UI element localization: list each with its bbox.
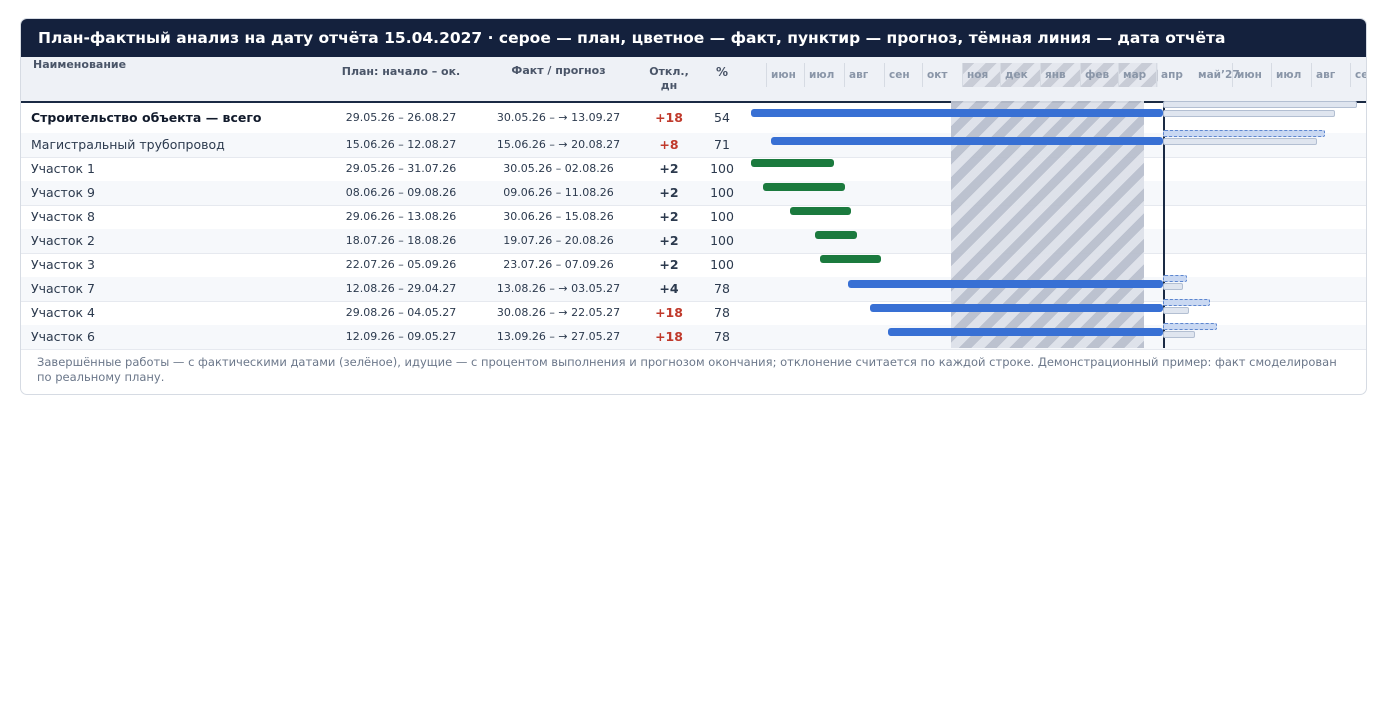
row-plan-dates: 29.06.26 – 13.08.26: [345, 210, 457, 223]
plan-fact-card: План-фактный анализ на дату отчёта 15.04…: [20, 18, 1367, 395]
row-percent: 78: [714, 329, 730, 344]
fact-bar-done: [815, 231, 857, 239]
row-percent: 100: [710, 185, 734, 200]
row-fact-dates: 13.08.26 – → 03.05.27: [496, 282, 621, 295]
month-label: авг: [1311, 63, 1351, 87]
col-pct-header: %: [715, 65, 729, 79]
month-label: сен: [884, 63, 924, 87]
row-deviation: +2: [659, 209, 679, 224]
fact-bar-running: [848, 280, 1163, 288]
row-fact-dates: 30.05.26 – 02.08.26: [503, 162, 614, 175]
col-dev-header: Откл., дн: [649, 65, 689, 92]
row-deviation: +2: [659, 233, 679, 248]
plan-bar: [1163, 307, 1189, 314]
month-label: июл: [1271, 63, 1311, 87]
month-label: авг: [844, 63, 884, 87]
fact-bar-done: [820, 255, 881, 263]
row-fact-dates: 30.05.26 – → 13.09.27: [496, 111, 621, 124]
month-label: июн: [766, 63, 806, 87]
row-deviation: +8: [659, 137, 679, 152]
row-deviation: +2: [659, 185, 679, 200]
month-label: окт: [922, 63, 962, 87]
plan-bar: [1163, 110, 1335, 117]
month-label: янв: [1040, 63, 1080, 87]
fact-bar-running: [751, 109, 1163, 117]
forecast-bar: [1163, 275, 1187, 282]
row-deviation: +18: [655, 305, 683, 320]
month-label: мар: [1118, 63, 1158, 87]
row-deviation: +2: [659, 257, 679, 272]
row-percent: 71: [714, 137, 730, 152]
row-name: Участок 2: [31, 233, 95, 248]
row-percent: 100: [710, 209, 734, 224]
month-label: июн: [1232, 63, 1272, 87]
table-header: Наименование План: начало – ок. Факт / п…: [21, 57, 1366, 103]
row-plan-dates: 18.07.26 – 18.08.26: [345, 234, 457, 247]
forecast-bar: [1163, 323, 1217, 330]
month-label: май’27: [1198, 69, 1240, 81]
row-plan-dates: 22.07.26 – 05.09.26: [345, 258, 457, 271]
month-label: апр: [1156, 63, 1196, 87]
row-name: Участок 4: [31, 305, 95, 320]
row-name: Участок 7: [31, 281, 95, 296]
row-plan-dates: 29.08.26 – 04.05.27: [345, 306, 457, 319]
month-label: фев: [1080, 63, 1120, 87]
row-plan-dates: 08.06.26 – 09.08.26: [345, 186, 457, 199]
row-fact-dates: 15.06.26 – → 20.08.27: [496, 138, 621, 151]
fact-bar-running: [888, 328, 1163, 336]
month-label: ноя: [962, 63, 1002, 87]
page-title: План-фактный анализ на дату отчёта 15.04…: [21, 19, 1366, 57]
row-name: Магистральный трубопровод: [31, 137, 225, 152]
month-label: июл: [804, 63, 844, 87]
row-percent: 78: [714, 305, 730, 320]
month-label: сен: [1350, 63, 1366, 87]
fact-bar-done: [790, 207, 851, 215]
forecast-bar: [1163, 299, 1210, 306]
row-plan-dates: 29.05.26 – 26.08.27: [345, 111, 457, 124]
row-name: Строительство объекта — всего: [31, 110, 262, 125]
col-plan-header: План: начало – ок.: [341, 65, 461, 78]
row-fact-dates: 30.06.26 – 15.08.26: [503, 210, 614, 223]
plan-bar: [1163, 331, 1195, 338]
row-deviation: +4: [659, 281, 679, 296]
row-plan-dates: 12.09.26 – 09.05.27: [345, 330, 457, 343]
plan-bar: [1163, 101, 1357, 108]
row-deviation: +18: [655, 329, 683, 344]
forecast-bar: [1163, 130, 1325, 137]
row-name: Участок 6: [31, 329, 95, 344]
row-name: Участок 1: [31, 161, 95, 176]
row-percent: 54: [714, 110, 730, 125]
col-fact-header: Факт / прогноз: [511, 64, 606, 77]
row-plan-dates: 15.06.26 – 12.08.27: [345, 138, 457, 151]
plan-bar: [1163, 138, 1317, 145]
row-percent: 100: [710, 161, 734, 176]
gantt-chart: [751, 101, 1366, 348]
row-percent: 100: [710, 233, 734, 248]
row-percent: 78: [714, 281, 730, 296]
row-deviation: +2: [659, 161, 679, 176]
footnote: Завершённые работы — с фактическими дата…: [37, 355, 1337, 384]
fact-bar-done: [751, 159, 834, 167]
fact-bar-done: [763, 183, 845, 191]
row-fact-dates: 23.07.26 – 07.09.26: [503, 258, 614, 271]
row-percent: 100: [710, 257, 734, 272]
row-deviation: +18: [655, 110, 683, 125]
row-fact-dates: 09.06.26 – 11.08.26: [503, 186, 614, 199]
row-plan-dates: 12.08.26 – 29.04.27: [345, 282, 457, 295]
plan-bar: [1163, 283, 1183, 290]
col-name-header: Наименование: [33, 58, 127, 71]
row-plan-dates: 29.05.26 – 31.07.26: [345, 162, 457, 175]
row-fact-dates: 30.08.26 – → 22.05.27: [496, 306, 621, 319]
row-name: Участок 3: [31, 257, 95, 272]
fact-bar-running: [870, 304, 1163, 312]
row-name: Участок 8: [31, 209, 95, 224]
gantt-month-scale: июн июл авг сен окт ноя дек янв фев мар …: [766, 63, 1366, 87]
fact-bar-running: [771, 137, 1163, 145]
row-name: Участок 9: [31, 185, 95, 200]
row-fact-dates: 13.09.26 – → 27.05.27: [496, 330, 621, 343]
month-label: дек: [1000, 63, 1040, 87]
row-fact-dates: 19.07.26 – 20.08.26: [503, 234, 614, 247]
